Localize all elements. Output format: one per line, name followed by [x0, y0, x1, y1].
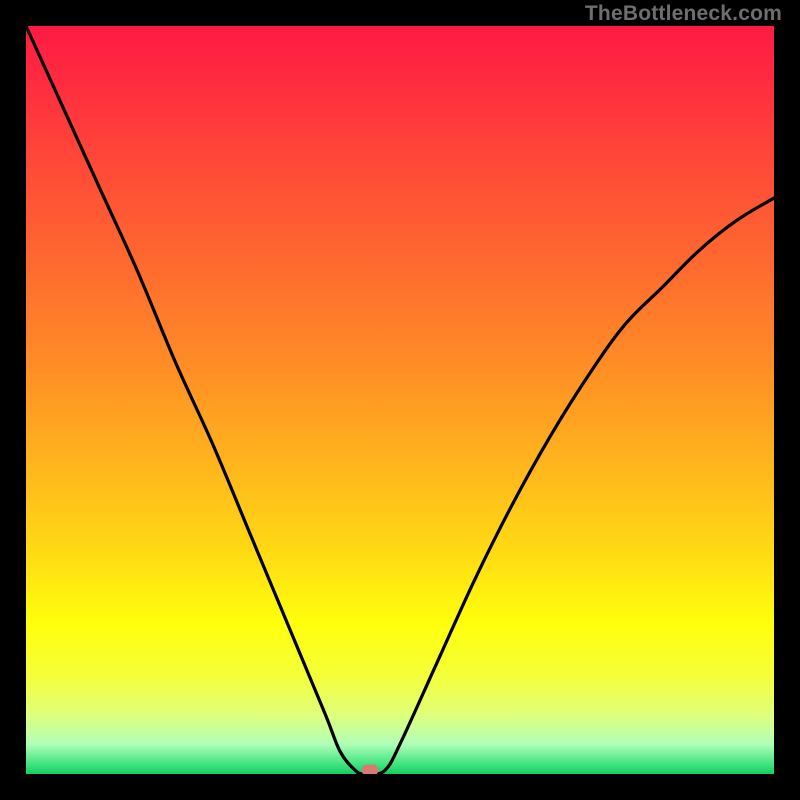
watermark-text: TheBottleneck.com	[585, 2, 782, 26]
chart-frame: TheBottleneck.com	[0, 0, 800, 800]
plot-area	[26, 26, 774, 774]
bottleneck-curve	[26, 26, 774, 774]
optimum-marker	[362, 765, 379, 775]
